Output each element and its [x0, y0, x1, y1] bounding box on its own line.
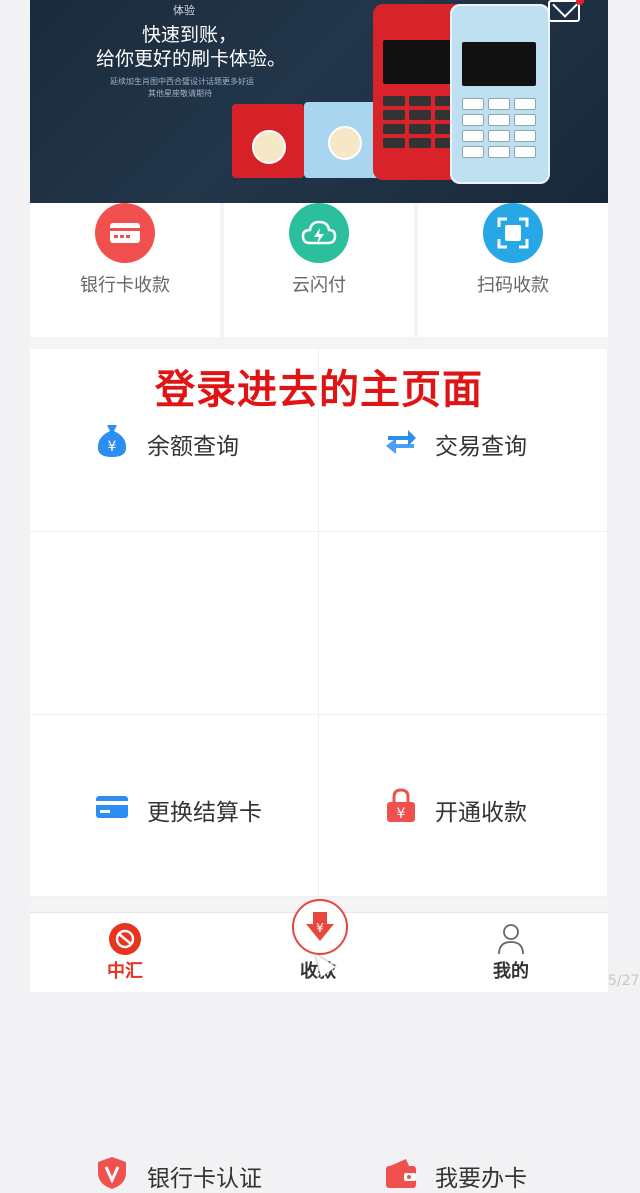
nav-home-label: 中汇	[107, 961, 143, 982]
banner-note-2: 其他星座敬请期待	[148, 89, 212, 98]
exchange-arrows-icon	[383, 423, 419, 459]
cloud-quickpass-button[interactable]: 云闪付	[224, 203, 414, 337]
mascot-image	[328, 126, 362, 160]
apply-card-button[interactable]: 我要办卡	[319, 715, 608, 1192]
blue-package-image	[304, 102, 384, 178]
menu-label: 银行卡认证	[147, 1166, 262, 1192]
money-bag-icon: ¥	[94, 423, 130, 459]
function-menu: ¥ 余额查询 交易查询 更换结算卡 ¥ 开通收款 银行卡认证 我要办卡 登录进去…	[30, 349, 608, 1192]
red-package-image	[232, 104, 304, 178]
promo-banner[interactable]: 体验 快速到账， 给你更好的刷卡体验。 延续加生肖图中西合璧设计话题更多好运 其…	[30, 0, 608, 203]
blue-pos-terminal-image	[450, 4, 550, 184]
app-screen: 体验 快速到账， 给你更好的刷卡体验。 延续加生肖图中西合璧设计话题更多好运 其…	[30, 0, 608, 1192]
change-settlement-card-button[interactable]: 更换结算卡	[30, 532, 319, 826]
menu-label: 交易查询	[435, 434, 527, 460]
svg-text:¥: ¥	[108, 439, 117, 455]
banner-note-1: 延续加生肖图中西合璧设计话题更多好运	[110, 77, 254, 86]
mascot-image	[252, 130, 286, 164]
page-number: 5/27	[608, 973, 640, 989]
annotation-title: 登录进去的主页面	[155, 367, 483, 413]
wallet-icon	[383, 1155, 419, 1191]
banner-headline-1: 快速到账，	[142, 24, 238, 46]
notification-dot	[576, 0, 584, 5]
bank-card-icon	[95, 203, 155, 263]
menu-label: 我要办卡	[435, 1166, 527, 1192]
nav-home-tab[interactable]: 中汇	[75, 913, 175, 992]
mail-icon[interactable]	[548, 0, 584, 26]
home-logo-icon	[109, 923, 141, 955]
banner-small-text: 体验	[173, 4, 195, 17]
quick-action-label: 扫码收款	[477, 275, 549, 296]
nav-mine-tab[interactable]: 我的	[461, 913, 561, 992]
svg-text:¥: ¥	[316, 921, 324, 935]
activate-payment-button[interactable]: ¥ 开通收款	[319, 532, 608, 826]
quick-action-label: 银行卡收款	[80, 275, 170, 296]
quick-action-label: 云闪付	[292, 275, 346, 296]
shield-v-icon	[94, 1155, 130, 1191]
user-icon	[497, 923, 525, 955]
menu-label: 余额查询	[147, 434, 239, 460]
bank-card-payment-button[interactable]: 银行卡收款	[30, 203, 220, 337]
banner-headline-2: 给你更好的刷卡体验。	[96, 48, 287, 70]
cloud-flash-icon	[289, 203, 349, 263]
quick-actions: 银行卡收款 云闪付 扫码收款	[30, 203, 608, 337]
scan-code-payment-button[interactable]: 扫码收款	[418, 203, 608, 337]
download-yuan-icon: ¥	[306, 912, 334, 941]
scan-icon	[483, 203, 543, 263]
bank-card-verification-button[interactable]: 银行卡认证	[30, 715, 319, 1192]
receive-payment-button[interactable]: ¥	[292, 899, 348, 955]
nav-mine-label: 我的	[493, 961, 529, 982]
